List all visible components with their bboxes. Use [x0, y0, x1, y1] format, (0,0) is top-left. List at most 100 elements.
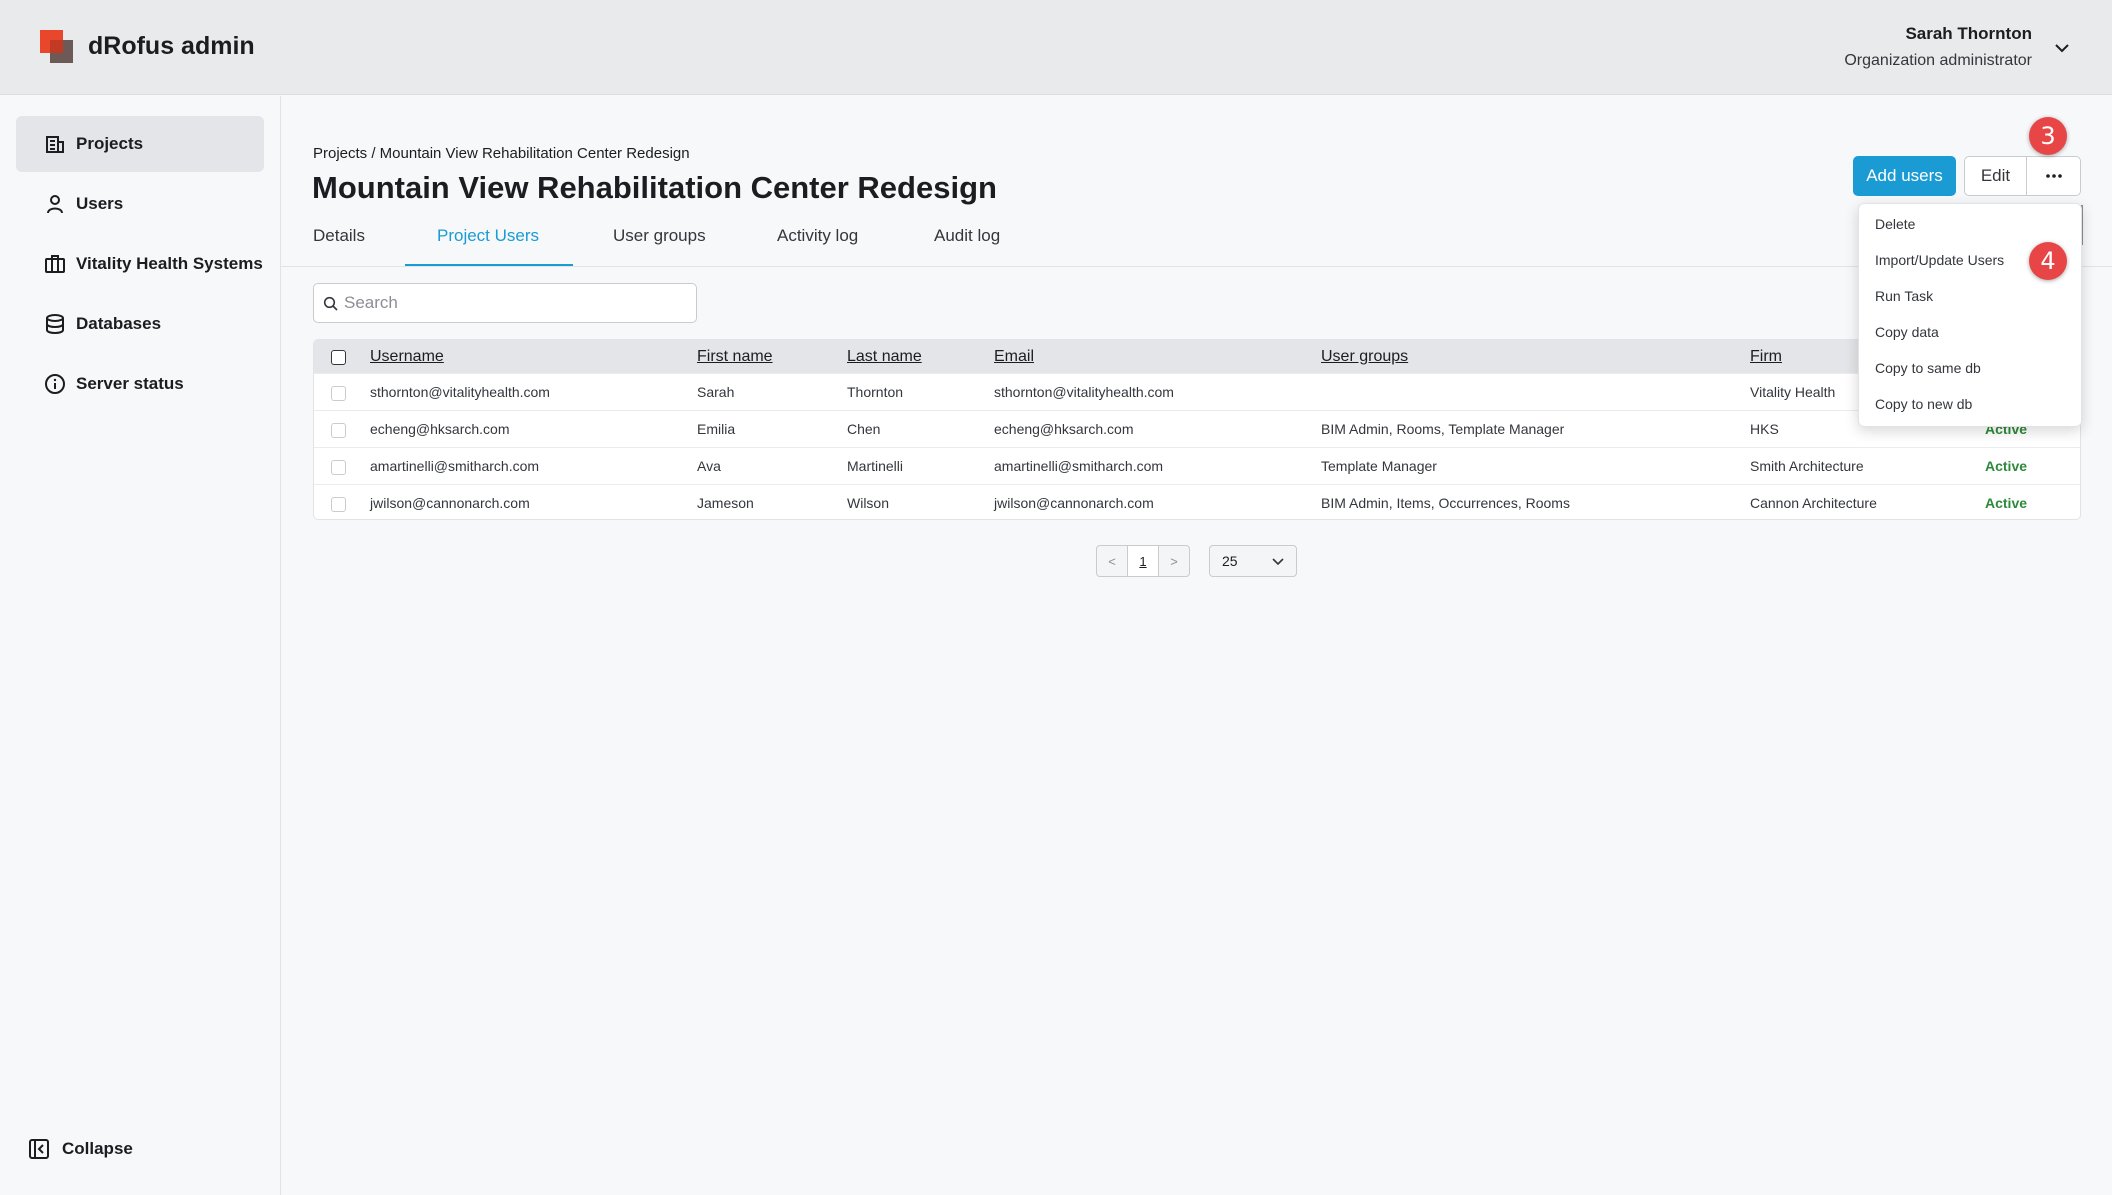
more-options-menu: Delete Import/Update Users Run Task Copy…	[1858, 203, 2082, 427]
search-input[interactable]	[344, 290, 684, 316]
drofus-logo	[40, 30, 74, 64]
page-title: Mountain View Rehabilitation Center Rede…	[312, 170, 997, 205]
cell-firm: Vitality Health	[1750, 384, 1836, 400]
collapse-button[interactable]: Collapse	[28, 1138, 133, 1160]
collapse-sidebar-icon	[29, 1139, 49, 1159]
add-users-button[interactable]: Add users	[1853, 156, 1956, 196]
sidebar-item-label: Projects	[76, 134, 144, 153]
menu-item-run-task[interactable]: Run Task	[1875, 288, 1933, 304]
cell-user-groups: Template Manager	[1321, 458, 1437, 474]
building-icon	[46, 136, 64, 153]
page-size-value: 25	[1222, 553, 1238, 569]
column-header-last-name[interactable]: Last name	[847, 348, 922, 366]
sidebar: Projects Users Vitality Health Systems D…	[0, 96, 281, 1195]
next-page-button[interactable]: >	[1158, 545, 1190, 577]
chevron-down-icon	[1272, 558, 1284, 566]
more-options-button[interactable]	[2027, 157, 2080, 195]
cell-user-groups: BIM Admin, Items, Occurrences, Rooms	[1321, 495, 1570, 511]
info-icon	[45, 374, 65, 394]
top-bar: dRofus admin Sarah Thornton Organization…	[0, 0, 2112, 95]
database-icon	[46, 314, 64, 334]
app-title: dRofus admin	[88, 32, 255, 60]
cell-status: Active	[1985, 495, 2028, 511]
cell-username: jwilson@cannonarch.com	[370, 495, 530, 511]
menu-item-delete[interactable]: Delete	[1875, 216, 1915, 232]
step-badge: 4	[2029, 242, 2067, 280]
sidebar-item-server-status[interactable]: Server status	[16, 356, 264, 412]
search-box	[313, 283, 697, 323]
cell-first-name: Sarah	[697, 384, 735, 400]
active-tab-indicator	[405, 264, 573, 266]
user-icon	[47, 195, 63, 214]
table-row[interactable]: sthornton@vitalityhealth.com Sarah Thorn…	[314, 373, 2080, 410]
table-header: Username First name Last name Email User…	[314, 340, 2080, 373]
tab-project-users[interactable]: Project Users	[437, 226, 539, 246]
table-row[interactable]: amartinelli@smitharch.com Ava Martinelli…	[314, 447, 2080, 484]
user-name[interactable]: Sarah Thornton	[1905, 24, 2032, 44]
row-checkbox[interactable]	[331, 460, 346, 475]
cell-first-name: Emilia	[697, 421, 736, 437]
pagination: < 1 >	[1096, 545, 1190, 577]
sidebar-item-label: Server status	[76, 374, 184, 393]
cell-last-name: Thornton	[847, 384, 904, 400]
collapse-label: Collapse	[62, 1139, 133, 1158]
tab-details[interactable]: Details	[313, 226, 365, 246]
row-checkbox[interactable]	[331, 423, 346, 438]
column-header-username[interactable]: Username	[370, 348, 444, 366]
table-row[interactable]: jwilson@cannonarch.com Jameson Wilson jw…	[314, 484, 2080, 519]
select-all-checkbox[interactable]	[331, 350, 346, 365]
cell-firm: Smith Architecture	[1750, 458, 1864, 474]
sidebar-item-projects[interactable]: Projects	[16, 116, 264, 172]
cell-last-name: Chen	[847, 421, 881, 437]
cell-status: Active	[1985, 458, 2028, 474]
column-header-firm[interactable]: Firm	[1750, 348, 1782, 366]
cell-email: amartinelli@smitharch.com	[994, 458, 1164, 474]
menu-item-copy-to-new-db[interactable]: Copy to new db	[1875, 396, 1972, 412]
cell-last-name: Wilson	[847, 495, 890, 511]
sidebar-item-databases[interactable]: Databases	[16, 296, 264, 352]
column-header-first-name[interactable]: First name	[697, 348, 773, 366]
cell-first-name: Jameson	[697, 495, 754, 511]
cell-email: sthornton@vitalityhealth.com	[994, 384, 1174, 400]
cell-last-name: Martinelli	[847, 458, 904, 474]
sidebar-item-label: Vitality Health Systems	[76, 254, 263, 273]
row-checkbox[interactable]	[331, 497, 346, 512]
menu-item-copy-data[interactable]: Copy data	[1875, 324, 1939, 340]
cell-email: echeng@hksarch.com	[994, 421, 1134, 437]
column-header-user-groups[interactable]: User groups	[1321, 348, 1408, 366]
user-role: Organization administrator	[1844, 52, 2032, 69]
table-row[interactable]: echeng@hksarch.com Emilia Chen echeng@hk…	[314, 410, 2080, 447]
step-badge: 3	[2029, 117, 2067, 155]
project-users-table: Username First name Last name Email User…	[313, 339, 2081, 520]
edit-button[interactable]: Edit	[1965, 157, 2027, 195]
cell-email: jwilson@cannonarch.com	[994, 495, 1154, 511]
tab-activity-log[interactable]: Activity log	[777, 226, 858, 246]
briefcase-icon	[45, 255, 65, 273]
page-size-select[interactable]: 25	[1209, 545, 1297, 577]
search-icon	[323, 296, 338, 311]
page-number-button[interactable]: 1	[1127, 545, 1159, 577]
sidebar-item-users[interactable]: Users	[16, 176, 264, 232]
sidebar-item-organization[interactable]: Vitality Health Systems	[16, 236, 264, 292]
edit-button-group: Edit	[1964, 156, 2081, 196]
tab-bar: Details Project Users User groups Activi…	[281, 218, 2112, 267]
row-checkbox[interactable]	[331, 386, 346, 401]
chevron-down-icon[interactable]	[2052, 38, 2072, 58]
sidebar-item-label: Databases	[76, 314, 162, 333]
breadcrumb[interactable]: Projects / Mountain View Rehabilitation …	[313, 145, 690, 162]
cell-firm: HKS	[1750, 421, 1779, 437]
menu-item-import-update-users[interactable]: Import/Update Users	[1875, 252, 2004, 268]
tab-user-groups[interactable]: User groups	[613, 226, 706, 246]
tab-audit-log[interactable]: Audit log	[934, 226, 1000, 246]
prev-page-button[interactable]: <	[1096, 545, 1128, 577]
ellipsis-icon	[2045, 174, 2062, 178]
cell-user-groups: BIM Admin, Rooms, Template Manager	[1321, 421, 1565, 437]
menu-item-copy-to-same-db[interactable]: Copy to same db	[1875, 360, 1981, 376]
cell-username: amartinelli@smitharch.com	[370, 458, 540, 474]
cell-firm: Cannon Architecture	[1750, 495, 1877, 511]
column-header-email[interactable]: Email	[994, 348, 1034, 366]
sidebar-item-label: Users	[76, 194, 124, 213]
cell-username: echeng@hksarch.com	[370, 421, 510, 437]
cell-username: sthornton@vitalityhealth.com	[370, 384, 550, 400]
cell-first-name: Ava	[697, 458, 721, 474]
